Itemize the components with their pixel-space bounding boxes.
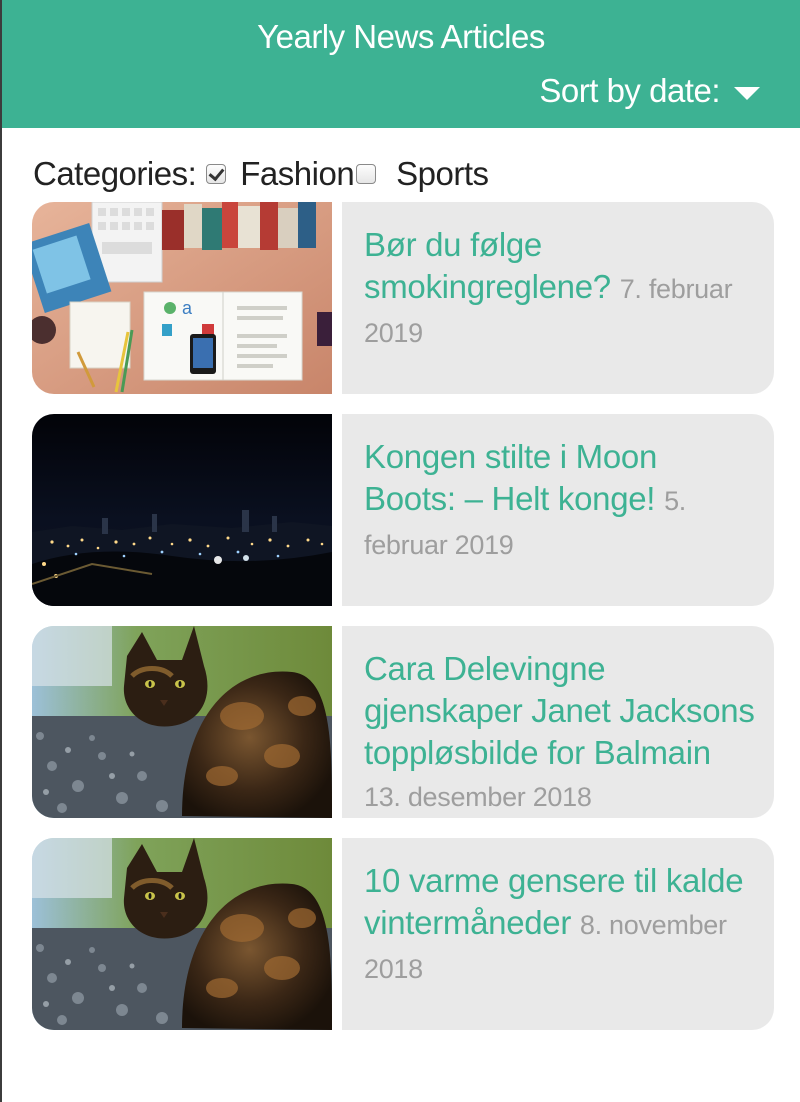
cat-image — [32, 626, 332, 818]
city-night-image — [32, 414, 332, 606]
article-title[interactable]: Kongen stilte i Moon Boots: – Helt konge… — [364, 438, 657, 517]
caret-down-icon — [734, 86, 760, 100]
sports-label[interactable]: Sports — [396, 155, 489, 193]
page-title: Yearly News Articles — [257, 18, 545, 55]
sort-label: Sort by date: — [539, 72, 720, 109]
fashion-checkbox[interactable] — [206, 164, 227, 184]
app-frame: Yearly News Articles Sort by date: Categ… — [0, 0, 800, 1102]
article-item[interactable]: a Bør du følge smokingreglene? 7. februa… — [32, 202, 774, 394]
article-item[interactable]: 10 varme gensere til kalde vintermåneder… — [32, 838, 774, 1030]
fashion-label[interactable]: Fashion — [240, 155, 354, 193]
article-card[interactable]: Bør du følge smokingreglene? 7. februar … — [342, 202, 774, 394]
sort-dropdown[interactable]: Sort by date: — [539, 72, 760, 110]
sports-checkbox[interactable] — [356, 164, 377, 184]
article-item[interactable]: Cara Delevingne gjenskaper Janet Jackson… — [32, 626, 774, 818]
article-title[interactable]: Bør du følge smokingreglene? — [364, 226, 611, 305]
article-thumbnail[interactable]: a — [32, 202, 332, 394]
article-date: 13. desember 2018 — [364, 782, 592, 812]
svg-text:a: a — [182, 298, 193, 318]
article-title[interactable]: Cara Delevingne gjenskaper Janet Jackson… — [364, 650, 755, 771]
article-card[interactable]: 10 varme gensere til kalde vintermåneder… — [342, 838, 774, 1030]
cat-image — [32, 838, 332, 1030]
article-card[interactable]: Cara Delevingne gjenskaper Janet Jackson… — [342, 626, 774, 818]
article-thumbnail[interactable] — [32, 838, 332, 1030]
article-item[interactable]: Kongen stilte i Moon Boots: – Helt konge… — [32, 414, 774, 606]
desk-workspace-image: a — [32, 202, 332, 394]
article-thumbnail[interactable] — [32, 626, 332, 818]
header-bar: Yearly News Articles Sort by date: — [2, 0, 800, 128]
category-filter: Categories: Fashion Sports — [33, 155, 489, 193]
categories-label: Categories: — [33, 155, 197, 192]
article-thumbnail[interactable] — [32, 414, 332, 606]
article-card[interactable]: Kongen stilte i Moon Boots: – Helt konge… — [342, 414, 774, 606]
